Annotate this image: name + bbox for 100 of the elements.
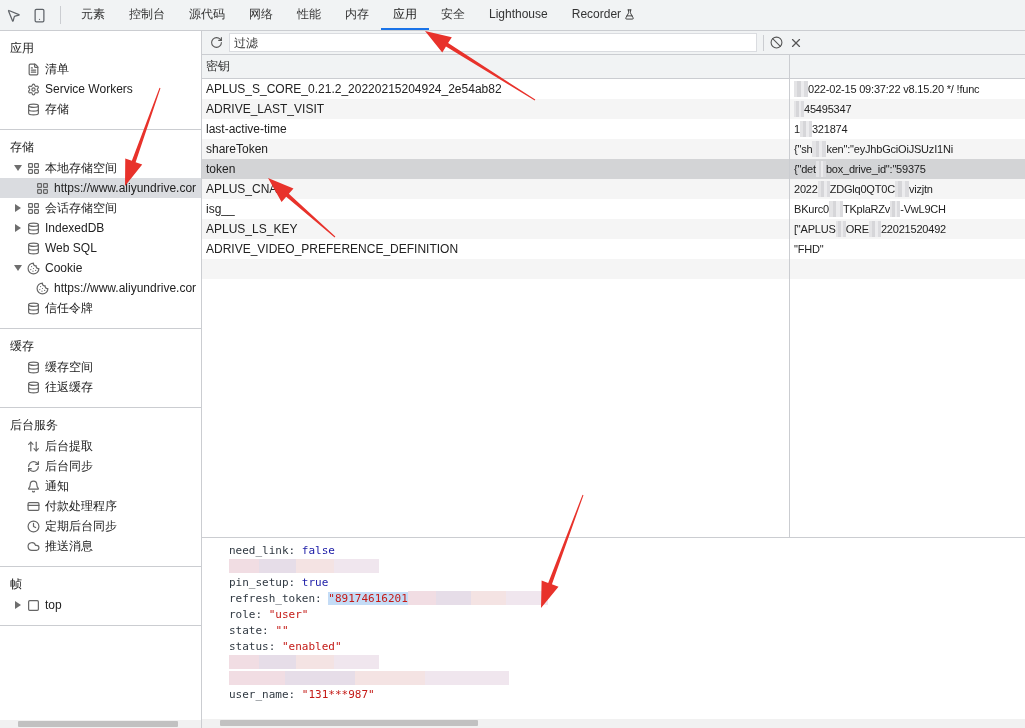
property-value: "" bbox=[275, 623, 289, 637]
up-down-arrows-icon bbox=[27, 439, 40, 453]
value-text: 2022 bbox=[794, 183, 818, 195]
section-title: 帧 bbox=[9, 575, 23, 593]
panel-tab[interactable]: 源代码 bbox=[177, 0, 237, 30]
collapsed-arrow-icon[interactable] bbox=[14, 601, 22, 609]
blurred-area bbox=[890, 201, 901, 217]
value-text: 321874 bbox=[811, 123, 848, 135]
blurred-area bbox=[812, 141, 827, 157]
sidebar-item[interactable]: 本地存储空间 bbox=[0, 158, 201, 178]
collapsed-arrow-icon[interactable] bbox=[14, 204, 22, 212]
panel-tab[interactable]: 安全 bbox=[429, 0, 477, 30]
sidebar-item[interactable]: 清单 bbox=[0, 59, 201, 79]
blurred-area bbox=[835, 221, 846, 237]
value-text: 22021520492 bbox=[880, 223, 946, 235]
sidebar-item[interactable]: IndexedDB bbox=[0, 218, 201, 238]
property-value: "enabled" bbox=[282, 639, 342, 653]
property-key: user_name: bbox=[229, 687, 296, 701]
value-text: ORE bbox=[845, 223, 869, 235]
blurred-area bbox=[894, 181, 909, 197]
sidebar-item[interactable]: 定期后台同步 bbox=[0, 516, 201, 536]
section-title: 缓存 bbox=[9, 337, 35, 355]
value-text: vizjtn bbox=[908, 183, 933, 195]
sidebar-item[interactable]: 通知 bbox=[0, 476, 201, 496]
blurred-area bbox=[794, 101, 804, 117]
grid-icon bbox=[27, 161, 40, 175]
clear-icon[interactable] bbox=[770, 36, 783, 49]
database-icon bbox=[27, 380, 40, 394]
gear-icon bbox=[27, 82, 40, 96]
grid-icon bbox=[36, 181, 49, 195]
sidebar-item[interactable]: 后台同步 bbox=[0, 456, 201, 476]
sidebar-item[interactable]: Cookie bbox=[0, 258, 201, 278]
cloud-icon bbox=[27, 539, 40, 553]
value-text: 1 bbox=[794, 123, 800, 135]
property-value: "89174616201 bbox=[328, 591, 408, 605]
flask-icon bbox=[624, 8, 636, 20]
property-value: "user" bbox=[268, 607, 309, 621]
value-text: BKurc0 bbox=[794, 203, 829, 215]
property-value: "131***987" bbox=[301, 687, 375, 701]
expanded-arrow-icon[interactable] bbox=[14, 164, 22, 172]
filter-field[interactable]: 过滤 bbox=[229, 33, 757, 52]
blurred-area bbox=[828, 201, 843, 217]
blurred-area bbox=[817, 181, 830, 197]
table-row[interactable]: ADRIVE_LAST_VISIT 45495347 bbox=[202, 99, 1025, 119]
bell-icon bbox=[27, 479, 40, 493]
property-key: role: bbox=[229, 607, 263, 621]
database-icon bbox=[27, 102, 40, 116]
sidebar-item[interactable]: 付款处理程序 bbox=[0, 496, 201, 516]
panel-tab[interactable]: 网络 bbox=[237, 0, 285, 30]
card-icon bbox=[27, 499, 40, 513]
value-text: {"det bbox=[794, 163, 816, 175]
blurred-area bbox=[815, 161, 826, 177]
property-value: true bbox=[301, 575, 329, 589]
expanded-arrow-icon[interactable] bbox=[14, 264, 22, 272]
table-row[interactable]: token {"det box_drive_id":"59375 bbox=[202, 159, 1025, 179]
property-key: need_link: bbox=[229, 543, 296, 557]
scrollbar[interactable] bbox=[0, 720, 201, 728]
property-key: pin_setup: bbox=[229, 575, 296, 589]
table-row[interactable]: shareToken {"sh ken":"eyJhbGciOiJSUzI1Ni bbox=[202, 139, 1025, 159]
property-value: false bbox=[301, 543, 335, 557]
sidebar-item[interactable]: top bbox=[0, 595, 201, 615]
panel-tab[interactable]: 内存 bbox=[333, 0, 381, 30]
panel-tab[interactable]: 性能 bbox=[285, 0, 333, 30]
sidebar-item[interactable]: 后台提取 bbox=[0, 436, 201, 456]
section-title: 存储 bbox=[9, 138, 35, 156]
sidebar-item[interactable]: 信任令牌 bbox=[0, 298, 201, 318]
sidebar-item[interactable]: 推送消息 bbox=[0, 536, 201, 556]
sidebar-item[interactable]: Service Workers bbox=[0, 79, 201, 99]
value-text: box_drive_id":"59375 bbox=[825, 163, 926, 175]
scrollbar[interactable] bbox=[202, 719, 1025, 728]
sidebar-item[interactable]: https://www.aliyundrive.cor bbox=[0, 178, 201, 198]
section-title: 应用 bbox=[9, 39, 35, 57]
sidebar-item[interactable]: https://www.aliyundrive.cor bbox=[0, 278, 201, 298]
panel-tab[interactable]: Recorder bbox=[559, 0, 648, 30]
sidebar-item[interactable]: 往返缓存 bbox=[0, 377, 201, 397]
cookie-icon bbox=[27, 261, 40, 275]
document-icon bbox=[27, 62, 40, 76]
table-row[interactable]: APLUS_LS_KEY ["APLUS ORE 22021520492 bbox=[202, 219, 1025, 239]
sidebar-item[interactable]: 会话存储空间 bbox=[0, 198, 201, 218]
sidebar-item[interactable]: Web SQL bbox=[0, 238, 201, 258]
panel-tab[interactable]: Lighthouse bbox=[477, 0, 560, 30]
sidebar-item[interactable]: 存储 bbox=[0, 99, 201, 119]
value-text: {"sh bbox=[794, 143, 813, 155]
panel-tab[interactable]: 控制台 bbox=[117, 0, 177, 30]
property-key: refresh_token: bbox=[229, 591, 322, 605]
blurred-area bbox=[868, 221, 881, 237]
value-text: "FHD" bbox=[794, 243, 824, 255]
sidebar-item[interactable]: 缓存空间 bbox=[0, 357, 201, 377]
property-key: state: bbox=[229, 623, 269, 637]
blurred-area bbox=[794, 81, 808, 97]
database-icon bbox=[27, 301, 40, 315]
database-icon bbox=[27, 221, 40, 235]
refresh-icon[interactable] bbox=[210, 36, 223, 49]
panel-tab[interactable]: 元素 bbox=[69, 0, 117, 30]
value-text: ["APLUS bbox=[794, 223, 836, 235]
value-text: ken":"eyJhbGciOiJSUzI1Ni bbox=[826, 143, 953, 155]
collapsed-arrow-icon[interactable] bbox=[14, 224, 22, 232]
sync-icon bbox=[27, 459, 40, 473]
frame-icon bbox=[27, 598, 40, 612]
value-text: 022-02-15 09:37:22 v8.15.20 */ !func bbox=[808, 83, 980, 95]
